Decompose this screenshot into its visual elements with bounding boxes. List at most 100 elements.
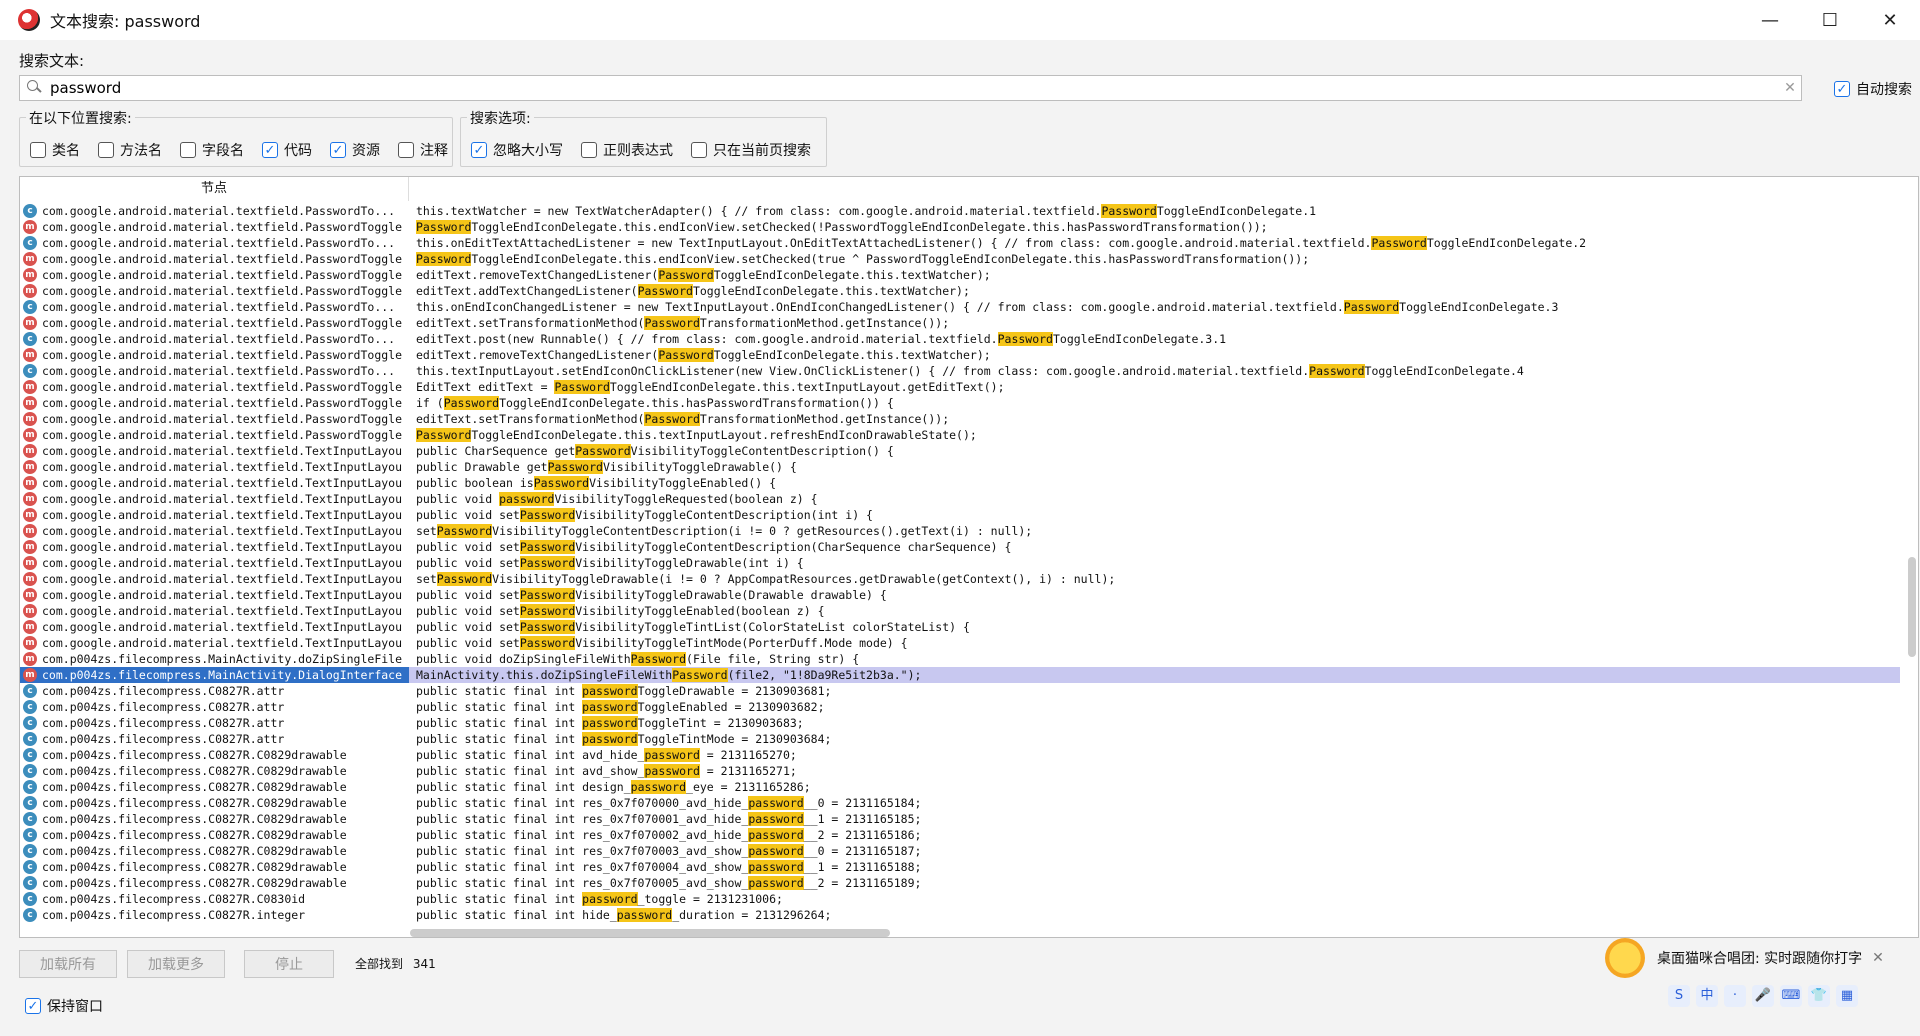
result-row[interactable]: m com.google.android.material.textfield.P… [20, 427, 1900, 443]
result-node[interactable]: c com.google.android.material.textfield.P… [20, 363, 409, 379]
result-row[interactable]: m com.p004zs.filecompress.MainActivity.do… [20, 651, 1900, 667]
result-row[interactable]: c com.google.android.material.textfield.P… [20, 235, 1900, 251]
result-row[interactable]: m com.google.android.material.textfield.P… [20, 251, 1900, 267]
result-row[interactable]: c com.p004zs.filecompress.C0827R.C0829dra… [20, 763, 1900, 779]
result-row[interactable]: m com.google.android.material.textfield.T… [20, 635, 1900, 651]
result-node[interactable]: m com.google.android.material.textfield.T… [20, 635, 409, 651]
result-node[interactable]: m com.google.android.material.textfield.T… [20, 491, 409, 507]
result-node[interactable]: c com.p004zs.filecompress.C0827R.C0829dra… [20, 747, 409, 763]
result-row[interactable]: m com.google.android.material.textfield.T… [20, 619, 1900, 635]
result-node[interactable]: m com.google.android.material.textfield.T… [20, 539, 409, 555]
result-node[interactable]: m com.google.android.material.textfield.P… [20, 315, 409, 331]
scope-option-2[interactable]: 字段名 [180, 140, 244, 160]
result-node[interactable]: c com.p004zs.filecompress.C0827R.C0829dra… [20, 875, 409, 891]
ime-button-0[interactable]: S [1668, 985, 1690, 1007]
search-input[interactable] [50, 79, 1779, 97]
result-row[interactable]: m com.google.android.material.textfield.P… [20, 267, 1900, 283]
result-row[interactable]: c com.p004zs.filecompress.C0827R.attr publ… [20, 731, 1900, 747]
result-node[interactable]: c com.p004zs.filecompress.C0827R.C0829dra… [20, 763, 409, 779]
ime-button-6[interactable]: ▦ [1836, 985, 1858, 1007]
result-node[interactable]: c com.p004zs.filecompress.C0827R.C0829dra… [20, 827, 409, 843]
checkbox-icon[interactable]: ✓ [25, 998, 41, 1014]
result-node[interactable]: m com.google.android.material.textfield.P… [20, 427, 409, 443]
checkbox-icon[interactable] [691, 142, 707, 158]
result-node[interactable]: m com.google.android.material.textfield.T… [20, 507, 409, 523]
result-node[interactable]: m com.google.android.material.textfield.P… [20, 379, 409, 395]
keep-window-checkbox[interactable]: ✓ 保持窗口 [25, 996, 103, 1016]
ime-button-4[interactable]: ⌨ [1780, 985, 1802, 1007]
result-node[interactable]: m com.google.android.material.textfield.P… [20, 395, 409, 411]
vertical-scrollbar[interactable] [1908, 557, 1916, 657]
result-row[interactable]: c com.p004zs.filecompress.C0827R.C0829dra… [20, 795, 1900, 811]
result-row[interactable]: c com.p004zs.filecompress.C0827R.attr publ… [20, 683, 1900, 699]
result-row[interactable]: c com.google.android.material.textfield.P… [20, 203, 1900, 219]
maximize-button[interactable]: ☐ [1800, 0, 1860, 40]
checkbox-icon[interactable] [398, 142, 414, 158]
result-node[interactable]: m com.google.android.material.textfield.T… [20, 523, 409, 539]
checkbox-icon[interactable] [180, 142, 196, 158]
result-row[interactable]: c com.p004zs.filecompress.C0827R.C0829dra… [20, 843, 1900, 859]
node-column-header[interactable]: 节点 [20, 177, 409, 201]
result-node[interactable]: c com.p004zs.filecompress.C0827R.C0829dra… [20, 811, 409, 827]
result-node[interactable]: m com.google.android.material.textfield.T… [20, 619, 409, 635]
checkbox-icon[interactable] [581, 142, 597, 158]
result-row[interactable]: m com.p004zs.filecompress.MainActivity.Di… [20, 667, 1900, 683]
auto-search-checkbox[interactable]: ✓ 自动搜索 [1834, 79, 1912, 99]
result-node[interactable]: c com.p004zs.filecompress.C0827R.attr [20, 715, 409, 731]
stop-button[interactable]: 停止 [244, 950, 334, 978]
search-box[interactable]: ✕ [19, 75, 1802, 101]
result-row[interactable]: m com.google.android.material.textfield.T… [20, 507, 1900, 523]
checkbox-icon[interactable]: ✓ [262, 142, 278, 158]
load-more-button[interactable]: 加载更多 [127, 950, 225, 978]
result-row[interactable]: m com.google.android.material.textfield.T… [20, 571, 1900, 587]
result-node[interactable]: m com.google.android.material.textfield.T… [20, 571, 409, 587]
result-node[interactable]: m com.google.android.material.textfield.P… [20, 347, 409, 363]
result-row[interactable]: c com.google.android.material.textfield.P… [20, 299, 1900, 315]
result-row[interactable]: m com.google.android.material.textfield.T… [20, 523, 1900, 539]
result-node[interactable]: m com.google.android.material.textfield.T… [20, 603, 409, 619]
result-row[interactable]: m com.google.android.material.textfield.P… [20, 315, 1900, 331]
result-row[interactable]: m com.google.android.material.textfield.P… [20, 395, 1900, 411]
checkbox-icon[interactable] [30, 142, 46, 158]
ime-button-3[interactable]: 🎤 [1752, 985, 1774, 1007]
result-node[interactable]: c com.google.android.material.textfield.P… [20, 235, 409, 251]
result-row[interactable]: m com.google.android.material.textfield.P… [20, 283, 1900, 299]
search-option-0[interactable]: ✓ 忽略大小写 [471, 140, 563, 160]
result-row[interactable]: m com.google.android.material.textfield.T… [20, 539, 1900, 555]
result-row[interactable]: c com.p004zs.filecompress.C0827R.C0829dra… [20, 875, 1900, 891]
scope-option-5[interactable]: 注释 [398, 140, 448, 160]
result-node[interactable]: c com.p004zs.filecompress.C0827R.integer [20, 907, 409, 923]
search-option-1[interactable]: 正则表达式 [581, 140, 673, 160]
result-row[interactable]: m com.google.android.material.textfield.T… [20, 443, 1900, 459]
result-node[interactable]: m com.google.android.material.textfield.P… [20, 219, 409, 235]
result-node[interactable]: c com.p004zs.filecompress.C0827R.C0829dra… [20, 843, 409, 859]
result-node[interactable]: c com.p004zs.filecompress.C0827R.C0829dra… [20, 859, 409, 875]
result-row[interactable]: m com.google.android.material.textfield.T… [20, 475, 1900, 491]
result-row[interactable]: c com.p004zs.filecompress.C0827R.C0830id p… [20, 891, 1900, 907]
result-row[interactable]: c com.p004zs.filecompress.C0827R.C0829dra… [20, 779, 1900, 795]
scope-option-4[interactable]: ✓ 资源 [330, 140, 380, 160]
result-row[interactable]: c com.google.android.material.textfield.P… [20, 331, 1900, 347]
checkbox-icon[interactable] [98, 142, 114, 158]
result-node[interactable]: m com.google.android.material.textfield.P… [20, 411, 409, 427]
search-option-2[interactable]: 只在当前页搜索 [691, 140, 811, 160]
result-row[interactable]: m com.google.android.material.textfield.T… [20, 459, 1900, 475]
checkbox-icon[interactable]: ✓ [471, 142, 487, 158]
ime-button-1[interactable]: 中 [1696, 985, 1718, 1007]
result-node[interactable]: c com.google.android.material.textfield.P… [20, 331, 409, 347]
result-row[interactable]: m com.google.android.material.textfield.P… [20, 411, 1900, 427]
result-row[interactable]: m com.google.android.material.textfield.P… [20, 347, 1900, 363]
result-node[interactable]: c com.google.android.material.textfield.P… [20, 299, 409, 315]
result-node[interactable]: c com.p004zs.filecompress.C0827R.C0830id [20, 891, 409, 907]
result-node[interactable]: c com.p004zs.filecompress.C0827R.C0829dra… [20, 779, 409, 795]
result-node[interactable]: c com.p004zs.filecompress.C0827R.C0829dra… [20, 795, 409, 811]
result-node[interactable]: m com.google.android.material.textfield.P… [20, 267, 409, 283]
result-node[interactable]: c com.google.android.material.textfield.P… [20, 203, 409, 219]
result-node[interactable]: m com.p004zs.filecompress.MainActivity.Di… [20, 667, 409, 683]
result-row[interactable]: m com.google.android.material.textfield.P… [20, 379, 1900, 395]
result-node[interactable]: m com.google.android.material.textfield.T… [20, 555, 409, 571]
result-row[interactable]: c com.p004zs.filecompress.C0827R.C0829dra… [20, 747, 1900, 763]
result-node[interactable]: m com.google.android.material.textfield.T… [20, 587, 409, 603]
result-node[interactable]: c com.p004zs.filecompress.C0827R.attr [20, 731, 409, 747]
horizontal-scrollbar[interactable] [410, 929, 890, 937]
